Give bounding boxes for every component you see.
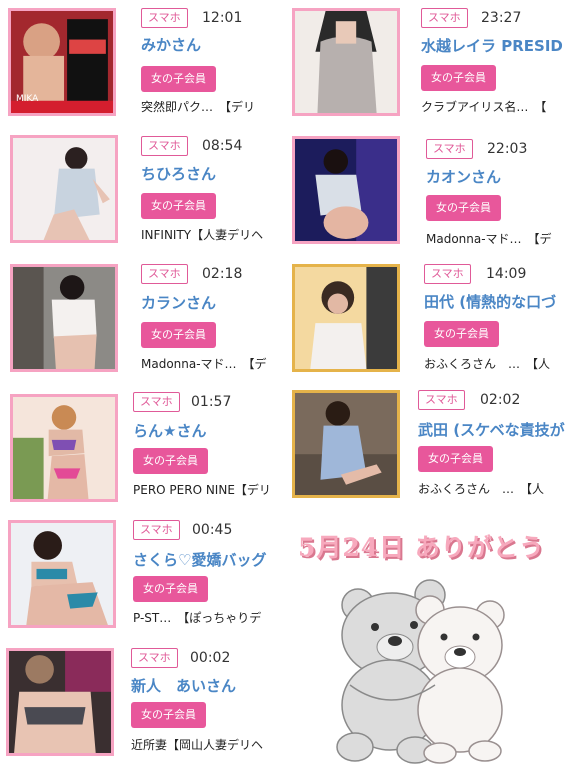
post-time: 02:18	[202, 266, 243, 282]
post-time: 01:57	[191, 394, 232, 410]
profile-photo[interactable]	[10, 394, 118, 502]
profile-photo[interactable]	[6, 648, 114, 756]
girl-name-link[interactable]: さくら♡愛嬌バッグ	[133, 549, 286, 571]
girl-name-link[interactable]: らん★さん	[133, 420, 286, 442]
smartphone-badge: スマホ	[141, 136, 188, 156]
profile-photo[interactable]	[292, 8, 400, 116]
smartphone-badge: スマホ	[133, 392, 180, 412]
list-item[interactable]: スマホ 22:03 カオンさん 女の子会員 Madonna-マド… 【デ	[288, 128, 576, 256]
list-item[interactable]: スマホ 02:02 武田 (スケベな責技が 女の子会員 おふくろさん … 【人	[288, 384, 576, 512]
list-item[interactable]: スマホ 02:18 カランさん 女の子会員 Madonna-マド… 【デ	[0, 256, 288, 384]
shop-name[interactable]: おふくろさん … 【人	[424, 355, 576, 373]
shop-name[interactable]: PERO PERO NINE【デリ	[133, 481, 286, 499]
list-item[interactable]: スマホ 01:57 らん★さん 女の子会員 PERO PERO NINE【デリ	[0, 384, 288, 512]
member-badge: 女の子会員	[131, 702, 206, 728]
smartphone-badge: スマホ	[424, 264, 471, 284]
shop-name[interactable]: INFINITY【人妻デリヘ	[141, 226, 286, 244]
post-time: 22:03	[487, 141, 528, 157]
list-item[interactable]: スマホ 14:09 田代 (情熱的な口づ 女の子会員 おふくろさん … 【人	[288, 256, 576, 384]
member-badge: 女の子会員	[424, 321, 499, 347]
profile-photo[interactable]	[10, 264, 118, 372]
smartphone-badge: スマホ	[133, 520, 180, 540]
girl-name-link[interactable]: ちひろさん	[141, 163, 286, 185]
smartphone-badge: スマホ	[141, 264, 188, 284]
list-item[interactable]: スマホ 00:02 新人 あいさん 女の子会員 近所妻【岡山人妻デリヘ	[0, 640, 288, 768]
shop-name[interactable]: Madonna-マド… 【デ	[141, 355, 286, 373]
profile-photo[interactable]	[292, 390, 400, 498]
girl-name-link[interactable]: 田代 (情熱的な口づ	[424, 291, 576, 313]
post-time: 12:01	[202, 10, 243, 26]
post-time: 00:02	[190, 650, 231, 666]
girl-name-link[interactable]: 水越レイラ PRESID	[421, 35, 576, 57]
girl-name-link[interactable]: みかさん	[141, 34, 286, 56]
thanks-banner-text: 5月24日 ありがとう	[298, 533, 545, 562]
thumb-caption: MIKA	[16, 94, 39, 104]
shop-name[interactable]: P-ST… 【ぽっちゃりデ	[133, 609, 286, 627]
girl-name-link[interactable]: カオンさん	[426, 166, 576, 188]
girl-name-link[interactable]: カランさん	[141, 292, 286, 314]
girl-name-link[interactable]: 新人 あいさん	[131, 675, 286, 697]
member-badge: 女の子会員	[141, 322, 216, 348]
member-badge: 女の子会員	[418, 446, 493, 472]
profile-photo[interactable]	[292, 136, 400, 244]
smartphone-badge: スマホ	[421, 8, 468, 28]
list-item[interactable]: MIKA スマホ 12:01 みかさん 女の子会員 突然即パク… 【デリ	[0, 0, 288, 128]
smartphone-badge: スマホ	[141, 8, 188, 28]
member-badge: 女の子会員	[133, 576, 208, 602]
list-item[interactable]: スマホ 23:27 水越レイラ PRESID 女の子会員 クラブアイリス名… 【	[288, 0, 576, 128]
shop-name[interactable]: 突然即パク… 【デリ	[141, 98, 286, 116]
profile-photo[interactable]	[10, 135, 118, 243]
shop-name[interactable]: Madonna-マド… 【デ	[426, 230, 576, 248]
smartphone-badge: スマホ	[418, 390, 465, 410]
member-badge: 女の子会員	[421, 65, 496, 91]
member-badge: 女の子会員	[133, 448, 208, 474]
shop-name[interactable]: クラブアイリス名… 【	[421, 98, 576, 116]
teddy-bears-illustration	[336, 579, 505, 764]
list-item[interactable]: スマホ 08:54 ちひろさん 女の子会員 INFINITY【人妻デリヘ	[0, 128, 288, 256]
post-time: 23:27	[481, 10, 522, 26]
post-time: 00:45	[192, 522, 233, 538]
post-time: 08:54	[202, 138, 243, 154]
shop-name[interactable]: おふくろさん … 【人	[418, 480, 576, 498]
member-badge: 女の子会員	[426, 195, 501, 221]
smartphone-badge: スマホ	[426, 139, 473, 159]
shop-name[interactable]: 近所妻【岡山人妻デリヘ	[131, 736, 286, 754]
list-item[interactable]: スマホ 00:45 さくら♡愛嬌バッグ 女の子会員 P-ST… 【ぽっちゃりデ	[0, 512, 288, 640]
member-badge: 女の子会員	[141, 66, 216, 92]
profile-photo[interactable]	[8, 520, 116, 628]
smartphone-badge: スマホ	[131, 648, 178, 668]
post-time: 14:09	[486, 266, 527, 282]
profile-photo[interactable]	[292, 264, 400, 372]
girl-name-link[interactable]: 武田 (スケベな責技が	[418, 419, 576, 441]
post-time: 02:02	[480, 392, 521, 408]
member-badge: 女の子会員	[141, 193, 216, 219]
